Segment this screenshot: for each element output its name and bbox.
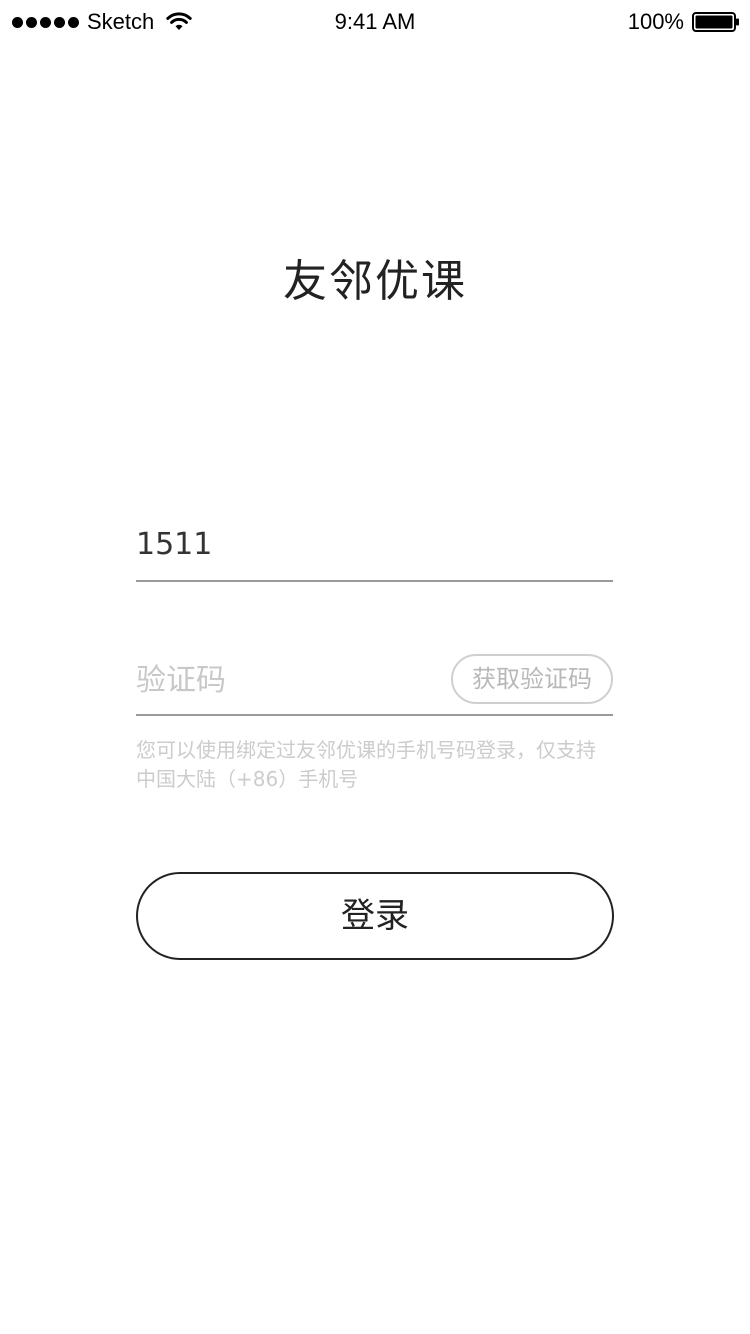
code-field: 获取验证码 <box>136 648 613 716</box>
login-button[interactable]: 登录 <box>136 872 614 960</box>
get-code-button[interactable]: 获取验证码 <box>451 654 613 704</box>
status-right: 100% <box>628 8 740 36</box>
status-bar: Sketch 9:41 AM 100% <box>0 0 750 44</box>
battery-percent: 100% <box>627 9 684 34</box>
phone-input[interactable] <box>136 514 436 574</box>
phone-field <box>136 512 613 582</box>
app-title: 友邻优课 <box>283 256 467 307</box>
verification-code-input[interactable] <box>136 650 436 710</box>
login-hint: 您可以使用绑定过友邻优课的手机号码登录，仅支持中国大陆（+86）手机号 <box>136 738 596 791</box>
battery-full-icon <box>692 12 740 32</box>
